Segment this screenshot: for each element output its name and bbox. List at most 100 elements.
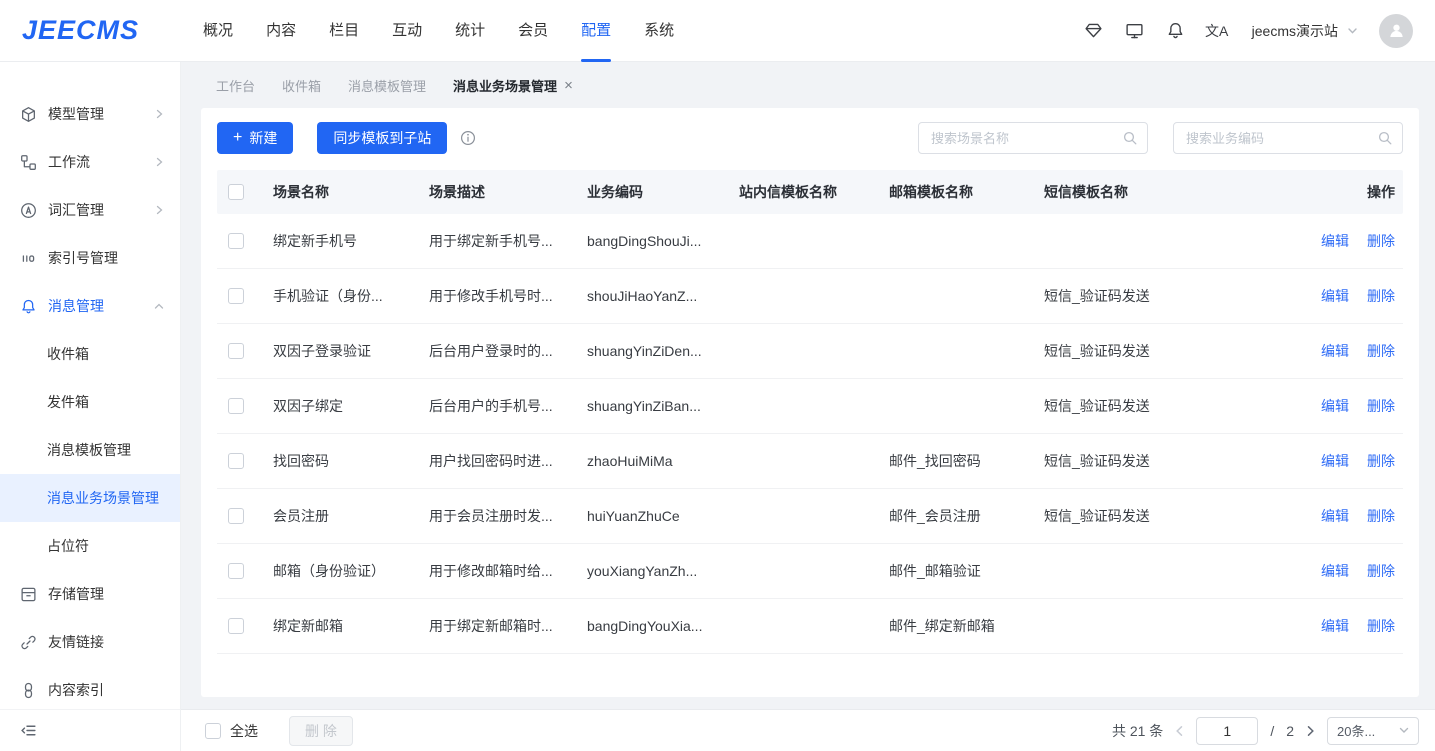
new-button-label: 新建 — [249, 128, 277, 148]
sidebar: 模型管理 工作流 词汇管理 — [0, 62, 181, 751]
sidebar-item-message[interactable]: 消息管理 — [0, 282, 180, 330]
scene-desc: 用于会员注册时发... — [421, 506, 579, 526]
sidebar-item-vocabulary[interactable]: 词汇管理 — [0, 186, 180, 234]
select-all-label: 全选 — [230, 721, 258, 741]
business-code: shuangYinZiDen... — [579, 343, 731, 359]
edit-link[interactable]: 编辑 — [1321, 231, 1349, 251]
notifications-icon[interactable] — [1166, 21, 1186, 41]
table-row: 双因子绑定 后台用户的手机号... shuangYinZiBan... 短信_验… — [217, 379, 1403, 434]
next-page-button[interactable] — [1306, 725, 1315, 737]
email-template: 邮件_绑定新邮箱 — [881, 616, 1036, 636]
scene-desc: 用于修改邮箱时给... — [421, 561, 579, 581]
scene-search-input[interactable] — [918, 122, 1148, 154]
tab-message-scene[interactable]: 消息业务场景管理 × — [453, 76, 573, 95]
edit-link[interactable]: 编辑 — [1321, 616, 1349, 636]
topnav-item-column[interactable]: 栏目 — [329, 0, 359, 62]
avatar[interactable] — [1379, 14, 1413, 48]
topnav-item-system[interactable]: 系统 — [644, 0, 674, 62]
sidebar-sub-template[interactable]: 消息模板管理 — [0, 426, 180, 474]
site-switcher[interactable]: jeecms演示站 — [1252, 21, 1358, 41]
topnav-item-member[interactable]: 会员 — [518, 0, 548, 62]
chevron-down-icon — [1347, 27, 1358, 35]
new-button[interactable]: + 新建 — [217, 122, 293, 154]
tab-inbox[interactable]: 收件箱 — [282, 76, 321, 95]
jeecms-logo[interactable]: JEECMS — [22, 15, 139, 46]
bulk-delete-button[interactable]: 删 除 — [289, 716, 353, 746]
sidebar-item-storage[interactable]: 存储管理 — [0, 570, 180, 618]
chain-icon — [20, 682, 37, 699]
edit-link[interactable]: 编辑 — [1321, 506, 1349, 526]
topnav-item-config[interactable]: 配置 — [581, 0, 611, 62]
language-icon[interactable]: 文A — [1207, 21, 1227, 41]
sidebar-item-model[interactable]: 模型管理 — [0, 90, 180, 138]
close-icon[interactable]: × — [564, 78, 573, 93]
delete-link[interactable]: 删除 — [1367, 231, 1395, 251]
tab-workbench[interactable]: 工作台 — [216, 76, 255, 95]
sidebar-sub-scene[interactable]: 消息业务场景管理 — [0, 474, 180, 522]
sidebar-item-workflow[interactable]: 工作流 — [0, 138, 180, 186]
edit-link[interactable]: 编辑 — [1321, 451, 1349, 471]
footer-select-all-checkbox[interactable] — [205, 723, 221, 739]
row-checkbox[interactable] — [228, 563, 244, 579]
chevron-down-icon — [1399, 727, 1409, 734]
table-row: 绑定新手机号 用于绑定新手机号... bangDingShouJi... 编辑 … — [217, 214, 1403, 269]
delete-link[interactable]: 删除 — [1367, 341, 1395, 361]
topnav-item-content[interactable]: 内容 — [266, 0, 296, 62]
page-input[interactable] — [1196, 717, 1258, 745]
sidebar-collapse-bar — [0, 709, 180, 751]
sync-template-button[interactable]: 同步模板到子站 — [317, 122, 447, 154]
delete-link[interactable]: 删除 — [1367, 506, 1395, 526]
info-icon[interactable] — [460, 130, 476, 146]
row-checkbox[interactable] — [228, 398, 244, 414]
edit-link[interactable]: 编辑 — [1321, 286, 1349, 306]
monitor-icon[interactable] — [1125, 21, 1145, 41]
scene-table: 场景名称 场景描述 业务编码 站内信模板名称 邮箱模板名称 短信模板名称 操作 … — [217, 170, 1403, 654]
row-checkbox[interactable] — [228, 288, 244, 304]
sidebar-item-label: 工作流 — [48, 152, 90, 172]
select-all-checkbox[interactable] — [228, 184, 244, 200]
total-count: 共 21 条 — [1112, 721, 1163, 741]
scene-desc: 后台用户的手机号... — [421, 396, 579, 416]
row-checkbox[interactable] — [228, 453, 244, 469]
col-scene-desc: 场景描述 — [421, 182, 579, 202]
business-code: bangDingShouJi... — [579, 233, 731, 249]
business-code: shuangYinZiBan... — [579, 398, 731, 414]
plus-icon: + — [233, 130, 242, 146]
theme-icon[interactable] — [1084, 21, 1104, 41]
delete-link[interactable]: 删除 — [1367, 561, 1395, 581]
topnav-item-interact[interactable]: 互动 — [392, 0, 422, 62]
code-search-input[interactable] — [1173, 122, 1403, 154]
collapse-menu-icon[interactable] — [20, 722, 37, 739]
sidebar-item-links[interactable]: 友情链接 — [0, 618, 180, 666]
delete-link[interactable]: 删除 — [1367, 396, 1395, 416]
delete-link[interactable]: 删除 — [1367, 286, 1395, 306]
row-checkbox[interactable] — [228, 618, 244, 634]
tab-strip: 工作台 收件箱 消息模板管理 消息业务场景管理 × — [181, 62, 1435, 108]
prev-page-button[interactable] — [1175, 725, 1184, 737]
delete-link[interactable]: 删除 — [1367, 616, 1395, 636]
table-row: 找回密码 用户找回密码时进... zhaoHuiMiMa 邮件_找回密码 短信_… — [217, 434, 1403, 489]
topnav-item-overview[interactable]: 概况 — [203, 0, 233, 62]
pagination: 共 21 条 / 2 20条... — [1112, 717, 1419, 745]
business-code: youXiangYanZh... — [579, 563, 731, 579]
code-search — [1173, 122, 1403, 154]
sidebar-item-indexno[interactable]: 索引号管理 — [0, 234, 180, 282]
business-code: bangDingYouXia... — [579, 618, 731, 634]
sync-button-label: 同步模板到子站 — [333, 128, 431, 148]
scene-name: 会员注册 — [265, 506, 421, 526]
row-checkbox[interactable] — [228, 343, 244, 359]
row-checkbox[interactable] — [228, 233, 244, 249]
topnav-item-stats[interactable]: 统计 — [455, 0, 485, 62]
sidebar-sub-placeholder[interactable]: 占位符 — [0, 522, 180, 570]
edit-link[interactable]: 编辑 — [1321, 561, 1349, 581]
edit-link[interactable]: 编辑 — [1321, 396, 1349, 416]
sidebar-sub-outbox[interactable]: 发件箱 — [0, 378, 180, 426]
row-checkbox[interactable] — [228, 508, 244, 524]
sidebar-item-label: 内容索引 — [48, 680, 104, 700]
sidebar-sub-inbox[interactable]: 收件箱 — [0, 330, 180, 378]
sidebar-item-contentindex[interactable]: 内容索引 — [0, 666, 180, 714]
edit-link[interactable]: 编辑 — [1321, 341, 1349, 361]
tab-template[interactable]: 消息模板管理 — [348, 76, 426, 95]
page-size-select[interactable]: 20条... — [1327, 717, 1419, 745]
delete-link[interactable]: 删除 — [1367, 451, 1395, 471]
